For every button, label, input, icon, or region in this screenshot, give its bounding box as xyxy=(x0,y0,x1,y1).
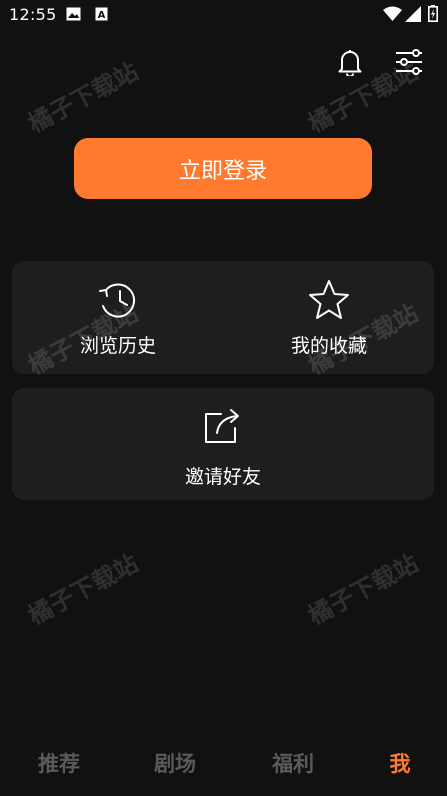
nav-tab-me[interactable]: 我 xyxy=(360,748,440,778)
filter-settings-icon[interactable] xyxy=(395,49,423,75)
status-bar: 12:55 A xyxy=(0,0,447,30)
login-button[interactable]: 立即登录 xyxy=(74,138,372,199)
quick-actions-card: 浏览历史 我的收藏 xyxy=(12,261,434,374)
image-notification-icon xyxy=(66,7,81,21)
nav-tab-welfare[interactable]: 福利 xyxy=(253,748,333,778)
wifi-icon xyxy=(383,6,402,21)
history-icon xyxy=(99,283,136,318)
share-icon xyxy=(205,409,239,443)
watermark: 橘子下载站 xyxy=(23,57,143,139)
nav-tab-theater[interactable]: 剧场 xyxy=(135,748,215,778)
invite-card: 邀请好友 xyxy=(12,388,434,500)
status-time: 12:55 xyxy=(9,5,57,24)
invite-friends-button[interactable]: 邀请好友 xyxy=(164,406,282,489)
watermark: 橘子下载站 xyxy=(303,549,423,631)
my-favorites-label: 我的收藏 xyxy=(290,335,367,357)
battery-icon xyxy=(428,5,438,22)
svg-text:A: A xyxy=(98,10,106,21)
star-icon xyxy=(309,280,349,319)
browse-history-button[interactable]: 浏览历史 xyxy=(62,279,174,358)
watermark: 橘子下载站 xyxy=(23,549,143,631)
nav-tab-recommend[interactable]: 推荐 xyxy=(19,748,99,778)
bell-icon[interactable] xyxy=(337,48,363,76)
signal-icon xyxy=(405,6,421,22)
bottom-nav: 推荐 剧场 福利 我 xyxy=(0,740,447,796)
a-notification-icon: A xyxy=(95,7,108,21)
my-favorites-button[interactable]: 我的收藏 xyxy=(270,279,388,358)
browse-history-label: 浏览历史 xyxy=(79,335,156,357)
invite-friends-label: 邀请好友 xyxy=(184,466,261,488)
